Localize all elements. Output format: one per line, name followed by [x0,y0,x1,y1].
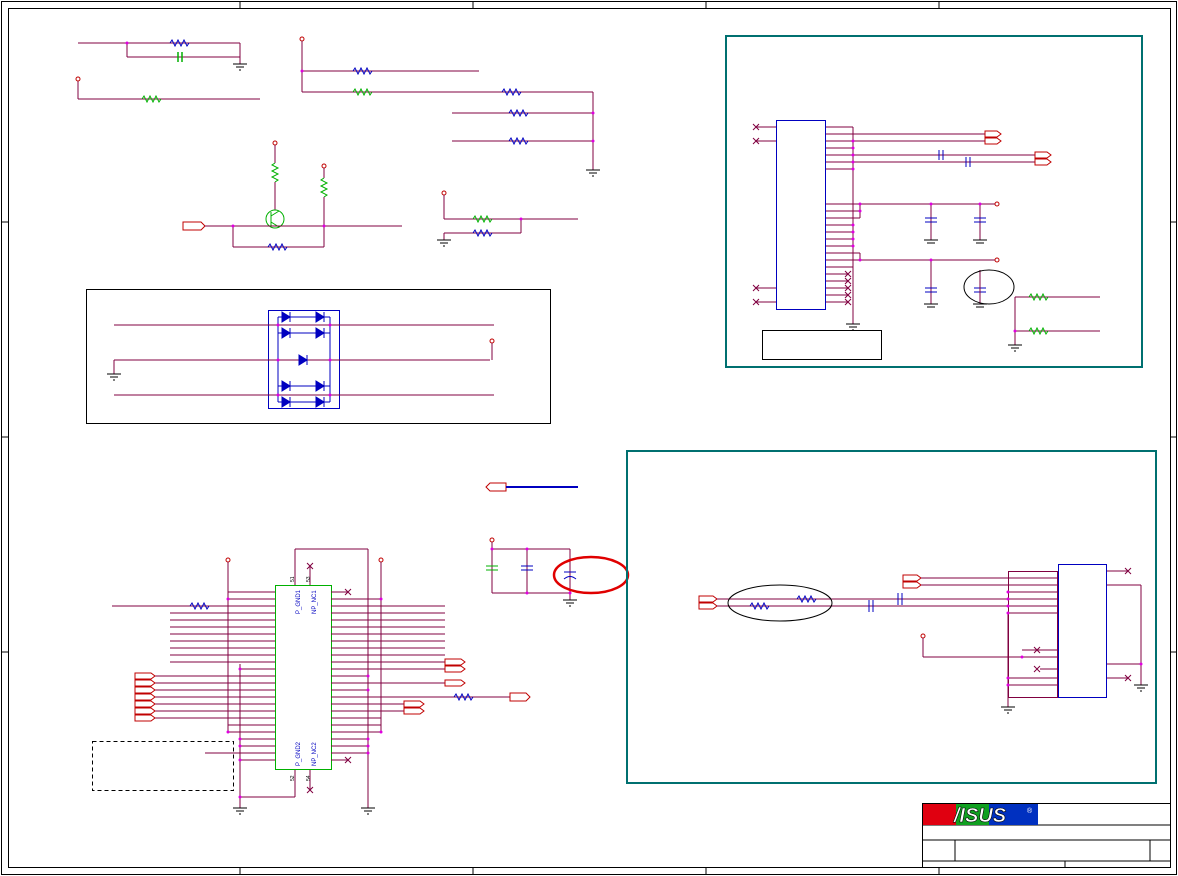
sheet-frame [1,1,1177,875]
transistor-stage [182,140,402,252]
registered-mark: ® [1027,807,1033,815]
pin-number-51: 51 [290,576,296,582]
pin-label-np-nc2: NP_NC2 [312,742,318,766]
rc-network-top-left [75,38,260,104]
pin-number-52: 52 [290,775,296,781]
pin-label-p-gnd1: P_GND1 [296,589,302,614]
teal-block-top-right [725,35,1143,368]
pin-number-54: 54 [306,775,312,781]
capacitor-cluster [486,537,630,607]
pin-label-p-gnd2: P_GND2 [296,741,302,766]
teal-block-bottom-right [626,450,1157,784]
connector-pin-labels: P_GND1 NP_NC1 P_GND2 NP_NC2 51 53 52 54 [290,576,318,781]
connector-block-left [92,548,531,815]
schematic-sheet: P_GND1 NP_NC1 P_GND2 NP_NC2 51 53 52 54 [0,0,1178,876]
resistor-pair [437,190,578,247]
pin-label-np-nc1: NP_NC1 [312,590,318,614]
asus-logo: /ISUS ® [923,804,1038,827]
schematic-canvas: P_GND1 NP_NC1 P_GND2 NP_NC2 51 53 52 54 [1,1,1177,875]
logo-text: /ISUS [953,805,1007,827]
blue-net-arrow [485,482,578,492]
resistor-bank-top [299,36,600,177]
esd-protection-block [86,289,551,424]
pin-number-53: 53 [306,576,312,582]
